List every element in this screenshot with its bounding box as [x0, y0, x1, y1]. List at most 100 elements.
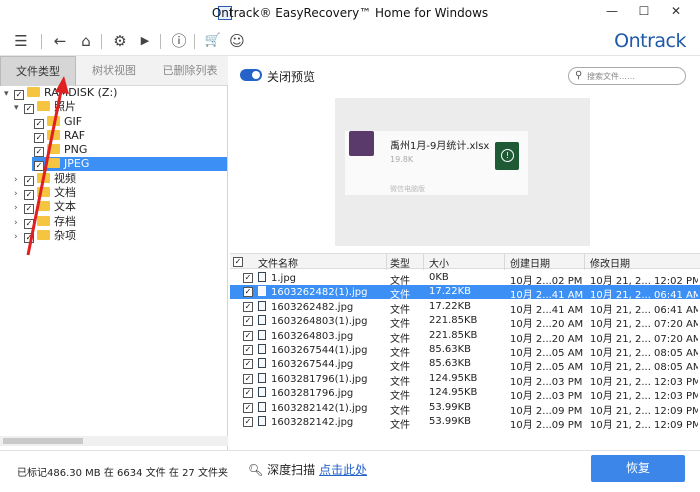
column-type[interactable]: 类型 [390, 255, 410, 270]
expand-icon[interactable]: › [14, 187, 24, 201]
deep-scan-link[interactable]: 点击此处 [319, 463, 367, 477]
tree-node-text[interactable]: › ✓ 文本 [14, 200, 76, 214]
expand-icon[interactable]: › [14, 201, 24, 215]
cell-size: 221.85KB [429, 329, 478, 341]
expand-icon[interactable]: ▾ [4, 87, 14, 101]
tab-deleted-list[interactable]: 已删除列表 [152, 56, 228, 86]
tree-node-gif[interactable]: ✓ GIF [34, 115, 82, 129]
tree-node-jpeg[interactable]: ✓ JPEG [32, 157, 227, 171]
checkbox[interactable]: ✓ [34, 133, 44, 143]
tree-node-archives[interactable]: › ✓ 存档 [14, 215, 76, 229]
expand-icon[interactable]: › [14, 230, 24, 244]
minimize-button[interactable]: — [603, 4, 621, 20]
row-checkbox[interactable]: ✓ [243, 301, 253, 312]
row-checkbox[interactable]: ✓ [243, 316, 253, 327]
checkbox[interactable]: ✓ [24, 176, 34, 186]
row-checkbox[interactable]: ✓ [243, 359, 253, 370]
row-checkbox[interactable]: ✓ [243, 402, 253, 413]
column-divider[interactable] [504, 254, 505, 270]
table-row[interactable]: ✓ 1.jpg 文件 0KB 10月 2...02 PM 10月 21, 2... 12:… [230, 271, 700, 287]
tree-label: 文本 [54, 200, 76, 213]
column-divider[interactable] [386, 254, 387, 270]
row-checkbox[interactable]: ✓ [243, 373, 253, 384]
close-button[interactable]: ✕ [667, 4, 685, 20]
tree-node-misc[interactable]: › ✓ 杂项 [14, 229, 76, 243]
toolbar-divider [101, 34, 102, 49]
row-checkbox[interactable]: ✓ [243, 287, 253, 298]
folder-icon [47, 130, 60, 140]
toggle-switch[interactable] [240, 69, 262, 81]
tree-node-raf[interactable]: ✓ RAF [34, 129, 85, 143]
row-checkbox[interactable]: ✓ [243, 388, 253, 399]
tree-label: PNG [64, 143, 88, 156]
file-name: 1603267544(1).jpg [271, 345, 368, 356]
menu-icon[interactable]: ☰ [11, 31, 31, 51]
search-placeholder: 搜索文件…… [587, 72, 635, 81]
maximize-button[interactable]: ☐ [635, 4, 653, 20]
expand-icon[interactable]: ▾ [14, 101, 24, 115]
cell-modified: 10月 21, 2... 12:09 PM [590, 420, 698, 431]
checkbox[interactable]: ✓ [24, 104, 34, 114]
tree-node-png[interactable]: ✓ PNG [34, 143, 87, 157]
folder-icon [37, 201, 50, 211]
file-icon [258, 387, 266, 398]
file-name: 1603264803.jpg [271, 330, 354, 342]
checkbox[interactable]: ✓ [14, 90, 24, 100]
horizontal-scrollbar[interactable] [0, 436, 228, 446]
table-row[interactable]: ✓ 1603267544.jpg 文件 85.63KB 10月 2...05 AM 10月… [230, 357, 700, 373]
column-size[interactable]: 大小 [429, 255, 449, 270]
tab-file-type[interactable]: 文件类型 [0, 56, 76, 86]
toolbar: ☰ ← ⌂ ⚙ ▶ ⓘ 🛒 ☺ Ontrack [0, 26, 700, 56]
table-row[interactable]: ✓ 1603282142.jpg 文件 53.99KB 10月 2...09 PM 10月… [230, 415, 700, 431]
info-icon[interactable]: ⓘ [169, 31, 189, 51]
column-name[interactable]: 文件名称 [258, 255, 298, 270]
row-checkbox[interactable]: ✓ [243, 417, 253, 427]
search-icon: ⚲ [575, 70, 583, 81]
tree-node-video[interactable]: › ✓ 视频 [14, 172, 76, 186]
checkbox[interactable]: ✓ [24, 204, 34, 214]
cell-size: 0KB [429, 272, 449, 283]
user-icon[interactable]: ☺ [227, 31, 247, 51]
table-row[interactable]: ✓ 1603262482.jpg 文件 17.22KB 10月 2...41 AM 10月… [230, 300, 700, 316]
table-row[interactable]: ✓ 1603264803(1).jpg 文件 221.85KB 10月 2...20 A… [230, 314, 700, 330]
column-divider[interactable] [423, 254, 424, 270]
checkbox[interactable]: ✓ [34, 119, 44, 129]
expand-icon[interactable]: › [14, 173, 24, 187]
home-icon[interactable]: ⌂ [76, 31, 96, 51]
select-all-checkbox[interactable]: ✓ [233, 257, 243, 267]
table-row[interactable]: ✓ 1603267544(1).jpg 文件 85.63KB 10月 2...05 AM… [230, 343, 700, 359]
status-folder-count: 27 [182, 468, 195, 479]
row-checkbox[interactable]: ✓ [243, 330, 253, 341]
checkbox[interactable]: ✓ [24, 233, 34, 243]
cart-icon[interactable]: 🛒 [203, 31, 223, 51]
toolbar-divider [160, 34, 161, 49]
settings-gear-icon[interactable]: ⚙ [110, 31, 130, 51]
expand-icon[interactable]: › [14, 216, 24, 230]
checkbox[interactable]: ✓ [24, 219, 34, 229]
table-row[interactable]: ✓ 1603262482(1).jpg 文件 17.22KB 10月 2...41 AM… [230, 285, 700, 301]
row-checkbox[interactable]: ✓ [243, 273, 253, 283]
row-checkbox[interactable]: ✓ [243, 345, 253, 355]
table-row[interactable]: ✓ 1603281796.jpg 文件 124.95KB 10月 2...03 PM 10… [230, 386, 700, 402]
checkbox[interactable]: ✓ [34, 147, 44, 157]
search-input[interactable]: ⚲ 搜索文件…… [568, 67, 686, 85]
tree-node-ramdisk[interactable]: ▾ ✓ RAMDISK (Z:) [4, 86, 117, 100]
tree-node-documents[interactable]: › ✓ 文档 [14, 186, 76, 200]
column-divider[interactable] [584, 254, 585, 270]
table-row[interactable]: ✓ 1603282142(1).jpg 文件 53.99KB 10月 2...09 PM… [230, 401, 700, 417]
checkbox[interactable]: ✓ [24, 190, 34, 200]
back-arrow-icon[interactable]: ← [50, 31, 70, 51]
table-row[interactable]: ✓ 1603264803.jpg 文件 221.85KB 10月 2...20 AM 10… [230, 329, 700, 345]
column-created[interactable]: 创建日期 [510, 255, 550, 270]
scrollbar-thumb[interactable] [3, 438, 83, 444]
checkbox[interactable]: ✓ [34, 161, 44, 171]
tree-node-photos[interactable]: ▾ ✓ 照片 [14, 100, 76, 114]
recover-button[interactable]: 恢复 [591, 455, 685, 482]
play-icon[interactable]: ▶ [135, 31, 155, 51]
table-row[interactable]: ✓ 1603281796(1).jpg 文件 124.95KB 10月 2...03 P… [230, 372, 700, 388]
magnifier-icon: 🔍︎ [248, 463, 264, 477]
file-name: 1.jpg [271, 273, 297, 284]
column-modified[interactable]: 修改日期 [590, 255, 630, 270]
preview-toggle-label: 关闭预览 [267, 70, 316, 84]
tab-tree-view[interactable]: 树状视图 [76, 56, 152, 86]
